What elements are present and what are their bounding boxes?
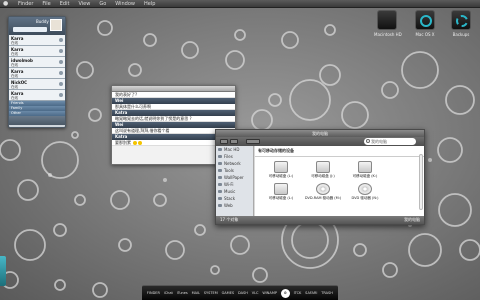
- buddy-icon: [59, 93, 63, 97]
- list-item[interactable]: Karra 在线: [9, 46, 65, 57]
- dock-item-ichat[interactable]: iChat: [164, 291, 173, 295]
- finder-toolbar: 我的电脑: [216, 137, 424, 146]
- sidebar-item[interactable]: Files: [216, 153, 253, 160]
- hard-drive-icon: [377, 10, 397, 30]
- dock-item-itunes[interactable]: iTunes: [177, 291, 188, 295]
- dock-item-dash[interactable]: DASH: [238, 291, 248, 295]
- sidebar-item[interactable]: Tools: [216, 167, 253, 174]
- item-count: 17 个对象: [220, 217, 239, 222]
- dock-item-games[interactable]: GAMES: [222, 291, 235, 295]
- drive-icon: [274, 183, 288, 195]
- list-item[interactable]: Karra 在线: [9, 68, 65, 79]
- sidebar-item[interactable]: Music: [216, 188, 253, 195]
- dock-item-vlc[interactable]: VLC: [252, 291, 259, 295]
- dock-item-winamp[interactable]: WINAMP: [262, 291, 277, 295]
- drive-item[interactable]: 可移动磁盘 (L:): [261, 161, 301, 179]
- dvd-icon: [316, 183, 330, 195]
- dvd-icon: [358, 183, 372, 195]
- search-icon: [366, 139, 370, 143]
- avatar[interactable]: [50, 19, 62, 31]
- drive-item[interactable]: 可移动磁盘 (K:): [345, 161, 385, 179]
- buddy-icon: [59, 49, 63, 53]
- buddy-icon: [59, 38, 63, 42]
- status-field[interactable]: [13, 27, 47, 32]
- back-button[interactable]: [220, 139, 228, 144]
- sidebar-item[interactable]: Network: [216, 160, 253, 167]
- drive-icon: [316, 161, 330, 173]
- sidebar-item[interactable]: Web: [216, 202, 253, 209]
- apple-menu-icon[interactable]: ●: [3, 0, 9, 7]
- sidebar-item[interactable]: WallPaper: [216, 174, 253, 181]
- dock-item-system[interactable]: SYSTEM: [204, 291, 218, 295]
- sidebar-item[interactable]: Mac HD: [216, 146, 253, 153]
- scrollbar[interactable]: [419, 154, 423, 210]
- list-item[interactable]: Karra 在线: [9, 35, 65, 46]
- finder-window: 我的电脑 我的电脑 Mac HD Files Network Tools Wal…: [215, 129, 425, 225]
- menu-window[interactable]: Window: [115, 1, 135, 7]
- dock-item-finder[interactable]: FINDER: [147, 291, 160, 295]
- list-item[interactable]: NickOC 在线: [9, 79, 65, 90]
- buddy-icon: [59, 71, 63, 75]
- forward-button[interactable]: [230, 139, 238, 144]
- dock-item-safari[interactable]: SAFARI: [305, 291, 317, 295]
- menu-file[interactable]: File: [42, 1, 50, 7]
- finder-title: 我的电脑: [216, 130, 424, 137]
- smiley-icon: [138, 141, 143, 145]
- dock-item-active[interactable]: ⚙: [280, 288, 290, 298]
- dock-item-trash[interactable]: TRASH: [321, 291, 333, 295]
- buddy-icon: [59, 60, 63, 64]
- location-label: 我的电脑: [404, 217, 420, 222]
- menu-help[interactable]: Help: [144, 1, 155, 7]
- desktop-icon-macintosh-hd[interactable]: Macintosh HD: [374, 10, 402, 37]
- menu-bar: ● Finder File Edit View Go Window Help: [0, 0, 480, 8]
- search-input[interactable]: 我的电脑: [364, 138, 416, 145]
- category-header: 有可移动存储的设备: [255, 146, 424, 157]
- desktop-icon-mac-os-x[interactable]: Mac OS X: [412, 10, 438, 37]
- finder-content: 有可移动存储的设备 可移动磁盘 (L:) 可移动磁盘 (J:) 可移动磁盘 (K…: [255, 146, 424, 218]
- drive-icon: [358, 161, 372, 173]
- list-item[interactable]: Karra 在线: [9, 90, 65, 101]
- buddy-list-window: Buddy List Karra 在线 Karra 在线 idwolmob 在线 Ka…: [8, 16, 66, 128]
- sidebar-item[interactable]: Wi-Fi: [216, 181, 253, 188]
- drive-icon: [415, 10, 435, 30]
- dock-item-mail[interactable]: MAIL: [192, 291, 200, 295]
- menu-finder[interactable]: Finder: [18, 1, 33, 7]
- buddy-list-header: Buddy List: [9, 17, 65, 35]
- side-widget-handle[interactable]: [0, 256, 6, 286]
- drive-item[interactable]: DVD-RAM 驱动器 (M:): [303, 183, 343, 201]
- view-button[interactable]: [246, 139, 260, 144]
- finder-sidebar: Mac HD Files Network Tools WallPaper Wi-…: [216, 146, 254, 218]
- drive-item[interactable]: DVD 驱动器 (N:): [345, 183, 385, 201]
- dock-item-itck[interactable]: ITCK: [294, 291, 302, 295]
- drive-item[interactable]: 可移动磁盘 (J:): [303, 161, 343, 179]
- list-item[interactable]: idwolmob 在线: [9, 57, 65, 68]
- desktop-icon-backups[interactable]: Backups: [448, 10, 474, 37]
- menu-go[interactable]: Go: [99, 1, 106, 7]
- menu-view[interactable]: View: [78, 1, 90, 7]
- time-machine-icon: [451, 10, 471, 30]
- buddy-list-footer: [9, 116, 65, 125]
- drive-item[interactable]: 可移动磁盘 (L:): [261, 183, 301, 201]
- finder-status-bar: 17 个对象 我的电脑: [216, 216, 424, 224]
- smiley-icon: [133, 141, 138, 145]
- menu-edit[interactable]: Edit: [60, 1, 70, 7]
- sidebar-item[interactable]: Stack: [216, 195, 253, 202]
- drive-icon: [274, 161, 288, 173]
- buddy-icon: [59, 82, 63, 86]
- dock: FINDER iChat iTunes MAIL SYSTEM GAMES DA…: [142, 285, 338, 300]
